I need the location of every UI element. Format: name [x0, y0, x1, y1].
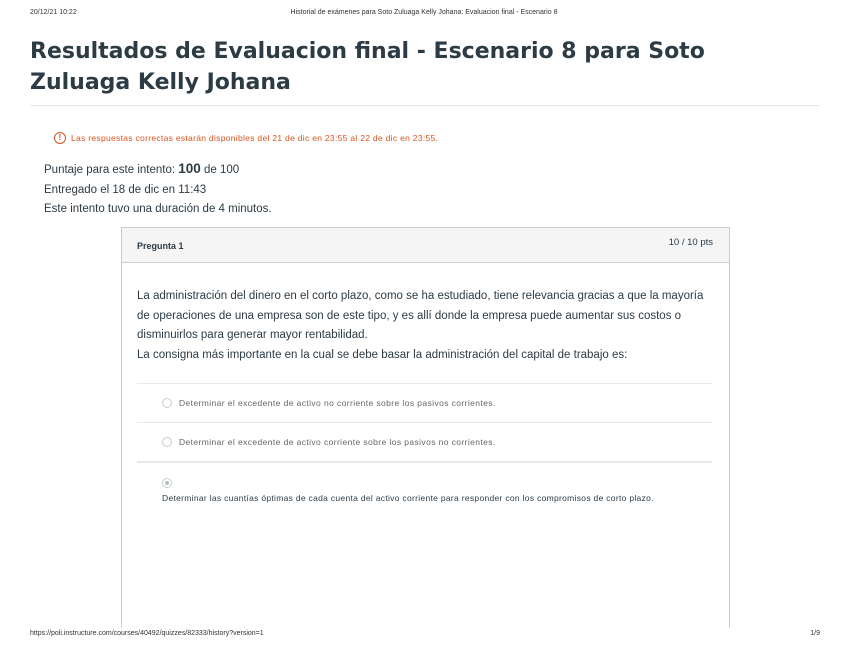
title-divider: [30, 105, 820, 106]
print-document-title: Historial de exámenes para Soto Zuluaga …: [290, 9, 558, 16]
radio-button[interactable]: [162, 437, 172, 447]
print-header: 20/12/21 10:22 Historial de exámenes par…: [0, 9, 848, 23]
radio-button-selected[interactable]: [162, 478, 172, 488]
duration-line: Este intento tuvo una duración de 4 minu…: [44, 203, 272, 215]
attempt-summary: Puntaje para este intento: 100 de 100 En…: [44, 159, 272, 220]
answer-label: Determinar el excedente de activo no cor…: [179, 398, 496, 408]
question-text: La administración del dinero en el corto…: [137, 287, 717, 365]
page-title: Resultados de Evaluacion final - Escenar…: [30, 39, 705, 95]
question-prompt: La consigna más importante en la cual se…: [137, 348, 628, 361]
answer-list: Determinar el excedente de activo no cor…: [137, 383, 712, 543]
submitted-line: Entregado el 18 de dic en 11:43: [44, 183, 207, 196]
answer-label: Determinar las cuantías óptimas de cada …: [162, 493, 654, 503]
answer-label: Determinar el excedente de activo corrie…: [179, 437, 496, 447]
question-points: 10 / 10 pts: [668, 237, 713, 248]
warning-icon: !: [54, 132, 66, 144]
question-header: Pregunta 1 10 / 10 pts: [122, 228, 729, 263]
answer-option[interactable]: Determinar el excedente de activo corrie…: [137, 422, 712, 461]
print-url: https://poli.instructure.com/courses/404…: [30, 630, 264, 637]
availability-notice: ! Las respuestas correctas estarán dispo…: [54, 132, 438, 144]
score-label: Puntaje para este intento:: [44, 164, 176, 176]
question-title: Pregunta 1: [137, 241, 184, 251]
radio-button[interactable]: [162, 398, 172, 408]
answer-option-selected[interactable]: Determinar las cuantías óptimas de cada …: [137, 461, 712, 543]
answer-option[interactable]: Determinar el excedente de activo no cor…: [137, 383, 712, 422]
score-max: de 100: [204, 164, 240, 176]
score-line: Puntaje para este intento: 100 de 100: [44, 159, 272, 181]
page-number: 1/9: [810, 630, 820, 637]
score-value: 100: [178, 161, 201, 176]
question-card: Pregunta 1 10 / 10 pts La administración…: [121, 227, 730, 628]
question-paragraph: La administración del dinero en el corto…: [137, 290, 704, 341]
availability-notice-text: Las respuestas correctas estarán disponi…: [71, 133, 439, 143]
